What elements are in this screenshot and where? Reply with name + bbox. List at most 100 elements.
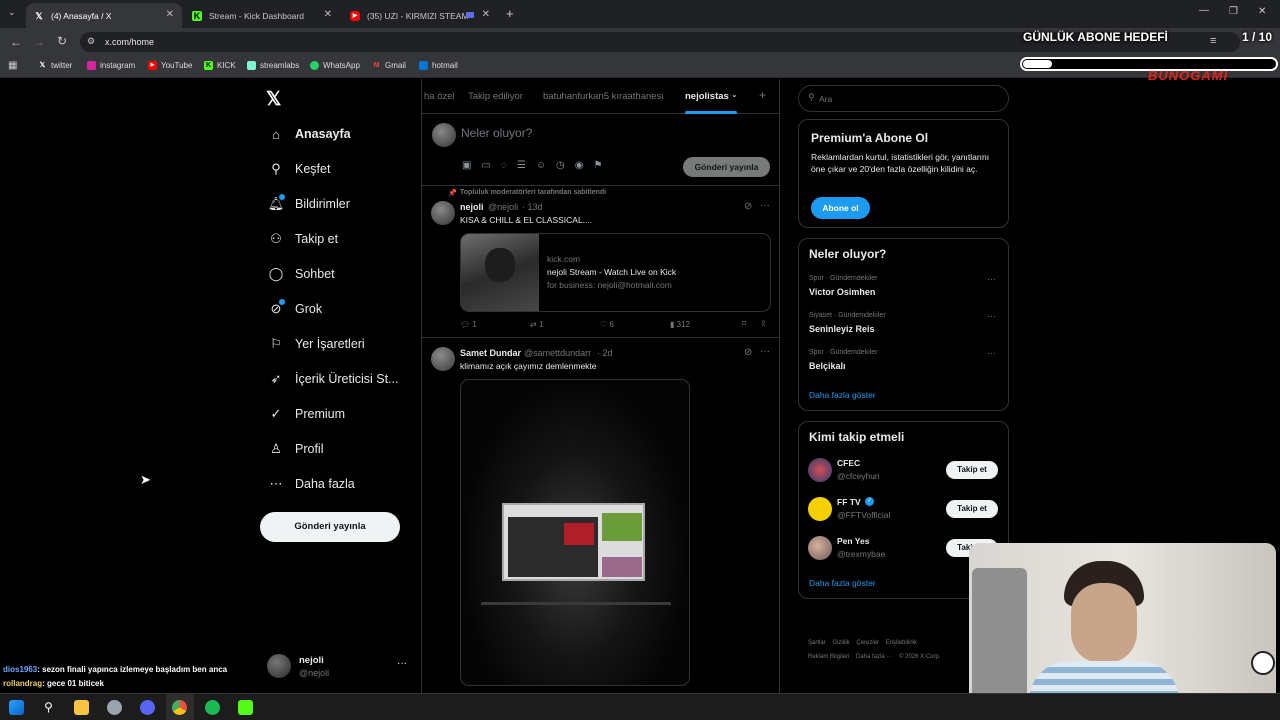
follow-button[interactable]: Takip et: [946, 500, 998, 518]
subscribe-button[interactable]: Abone ol: [811, 197, 870, 219]
footer-link[interactable]: Çerezler: [856, 640, 879, 646]
app-icon[interactable]: [107, 700, 122, 715]
grok-icon[interactable]: ⊘: [744, 201, 752, 212]
post-time[interactable]: · 13d: [522, 202, 543, 212]
trend-item[interactable]: Spor · Gündemdekiler Belçikalı ···: [799, 346, 1008, 380]
more-options-icon[interactable]: ···: [760, 200, 770, 211]
back-arrow-icon[interactable]: ←: [10, 35, 22, 49]
schedule-icon[interactable]: ◷: [556, 160, 575, 171]
tab-community[interactable]: batuhanfurkan5 kıraathanesi: [543, 91, 663, 102]
sidebar-item-1[interactable]: ⚲ Keşfet: [268, 159, 330, 179]
bookmark-whatsapp[interactable]: WhatsApp: [310, 61, 360, 70]
avatar[interactable]: [431, 201, 455, 225]
bookmark-twitter[interactable]: 𝕏twitter: [38, 61, 73, 70]
post-button[interactable]: Gönderi yayınla: [260, 512, 400, 542]
footer-link[interactable]: Şartlar: [808, 640, 826, 646]
add-tab-icon[interactable]: +: [759, 88, 766, 102]
post-time[interactable]: · 2d: [597, 348, 613, 358]
more-options-icon[interactable]: ···: [987, 274, 996, 284]
bookmark-streamlabs[interactable]: streamlabs: [247, 61, 299, 70]
sidebar-item-3[interactable]: ⚇ Takip et: [268, 229, 338, 249]
compose-input[interactable]: Neler oluyor?: [461, 126, 532, 140]
repost-button[interactable]: ⇄ 1: [530, 320, 543, 329]
sidebar-item-6[interactable]: ⚐ Yer İşaretleri: [268, 334, 365, 354]
close-icon[interactable]: ✕: [166, 9, 174, 20]
spotify-icon[interactable]: [205, 700, 220, 715]
close-icon[interactable]: ✕: [482, 9, 490, 20]
tab-following[interactable]: Takip ediliyor: [468, 91, 523, 102]
follow-suggestion[interactable]: CFEC @cfceyhun Takip et: [799, 457, 1008, 487]
search-icon[interactable]: ⚲: [41, 700, 56, 715]
bookmark-youtube[interactable]: ▶ YouTube: [148, 61, 192, 70]
like-button[interactable]: ♡ 6: [600, 320, 614, 329]
show-more-link[interactable]: Daha fazla göster: [809, 578, 876, 588]
tab-special[interactable]: ha özel: [424, 91, 455, 102]
follow-button[interactable]: Takip et: [946, 461, 998, 479]
post[interactable]: 📌 Topluluk moderatörleri tarafından sabi…: [422, 186, 779, 338]
sidebar-item-10[interactable]: ⋯ Daha fazla: [268, 474, 355, 494]
bookmark-icon[interactable]: ⌑: [742, 319, 746, 328]
footer-link[interactable]: Erişilebilirlik: [886, 640, 917, 646]
kick-icon[interactable]: [238, 700, 253, 715]
tab-youtube[interactable]: ▶ (35) UZI - KIRMIZI STEAM - ✕: [342, 3, 498, 28]
footer-link[interactable]: Reklam Bilgileri: [808, 654, 849, 660]
apps-grid-icon[interactable]: ▦: [8, 60, 17, 71]
sidebar-item-9[interactable]: ♙ Profil: [268, 439, 323, 459]
footer-link[interactable]: Daha fazla ···: [856, 654, 892, 660]
post[interactable]: Samet Dundar @samettdundarr · 2d ⊘ ··· k…: [422, 339, 779, 693]
sidebar-item-4[interactable]: ◯ Sohbet: [268, 264, 335, 284]
tab-nejolistas[interactable]: nejolistas: [685, 91, 729, 102]
link-card[interactable]: kick.com nejoli Stream - Watch Live on K…: [460, 233, 771, 312]
post-handle[interactable]: @samettdundarr: [524, 348, 591, 358]
share-icon[interactable]: ⇪: [760, 319, 767, 328]
post-author[interactable]: nejoli: [460, 202, 484, 212]
grok-icon[interactable]: ◌: [501, 160, 517, 171]
avatar[interactable]: [808, 536, 832, 560]
poll-icon[interactable]: ☰: [517, 160, 536, 171]
site-info-icon[interactable]: ⚙: [87, 36, 95, 47]
show-more-link[interactable]: Daha fazla göster: [809, 390, 876, 400]
reload-icon[interactable]: ↻: [57, 34, 67, 48]
sidebar-item-7[interactable]: ➶ İçerik Üreticisi St...: [268, 369, 399, 389]
post-image[interactable]: [460, 379, 690, 686]
avatar[interactable]: [431, 347, 455, 371]
more-options-icon[interactable]: ···: [397, 658, 407, 669]
avatar[interactable]: [808, 497, 832, 521]
tab-list-icon[interactable]: ⌄: [8, 7, 16, 18]
x-logo-icon[interactable]: 𝕏: [266, 88, 281, 111]
trend-item[interactable]: Siyaset · Gündemdekiler Seninleyiz Reis ··…: [799, 309, 1008, 343]
location-icon[interactable]: ◉: [575, 160, 594, 171]
flag-icon[interactable]: ⚑: [594, 160, 613, 171]
suggestion-name[interactable]: CFEC: [837, 458, 860, 468]
forward-arrow-icon[interactable]: →: [33, 35, 45, 49]
tab-x-home[interactable]: 𝕏 (4) Anasayfa / X ✕: [26, 3, 182, 28]
sidebar-item-5[interactable]: ⊘ Grok: [268, 299, 322, 319]
post-author[interactable]: Samet Dundar: [460, 348, 521, 358]
close-icon[interactable]: ✕: [324, 9, 332, 20]
tab-kick-dashboard[interactable]: K Stream - Kick Dashboard ✕: [184, 3, 340, 28]
suggestion-name[interactable]: FF TV: [837, 497, 861, 507]
minimize-button[interactable]: —: [1199, 5, 1209, 16]
views-button[interactable]: ▮ 312: [670, 320, 690, 329]
trend-item[interactable]: Spor · Gündemdekiler Victor Osimhen ···: [799, 272, 1008, 306]
footer-link[interactable]: Gizlilik: [832, 640, 849, 646]
emoji-icon[interactable]: ☺: [536, 160, 556, 171]
discord-icon[interactable]: [140, 700, 155, 715]
file-explorer-icon[interactable]: [74, 700, 89, 715]
search-input[interactable]: ⚲ Ara: [798, 85, 1009, 112]
grok-icon[interactable]: ⊘: [744, 347, 752, 358]
account-switcher[interactable]: nejoli @nejoli ···: [267, 654, 413, 682]
post-handle[interactable]: @nejoli: [488, 202, 518, 212]
sidebar-item-0[interactable]: ⌂ Anasayfa: [268, 124, 351, 144]
new-tab-button[interactable]: +: [506, 6, 514, 21]
compose-post-button[interactable]: Gönderi yayınla: [683, 157, 770, 177]
bookmark-kick[interactable]: K KICK: [204, 61, 236, 70]
sidebar-item-2[interactable]: 🔔︎ Bildirimler: [268, 194, 350, 214]
maximize-button[interactable]: ❐: [1229, 6, 1238, 17]
bookmark-hotmail[interactable]: hotmail: [419, 61, 458, 70]
reply-button[interactable]: 💬︎ 1: [460, 320, 477, 329]
window-close-button[interactable]: ✕: [1258, 6, 1266, 17]
avatar[interactable]: [808, 458, 832, 482]
image-icon[interactable]: ▣: [462, 160, 481, 171]
suggestion-name[interactable]: Pen Yes: [837, 536, 869, 546]
